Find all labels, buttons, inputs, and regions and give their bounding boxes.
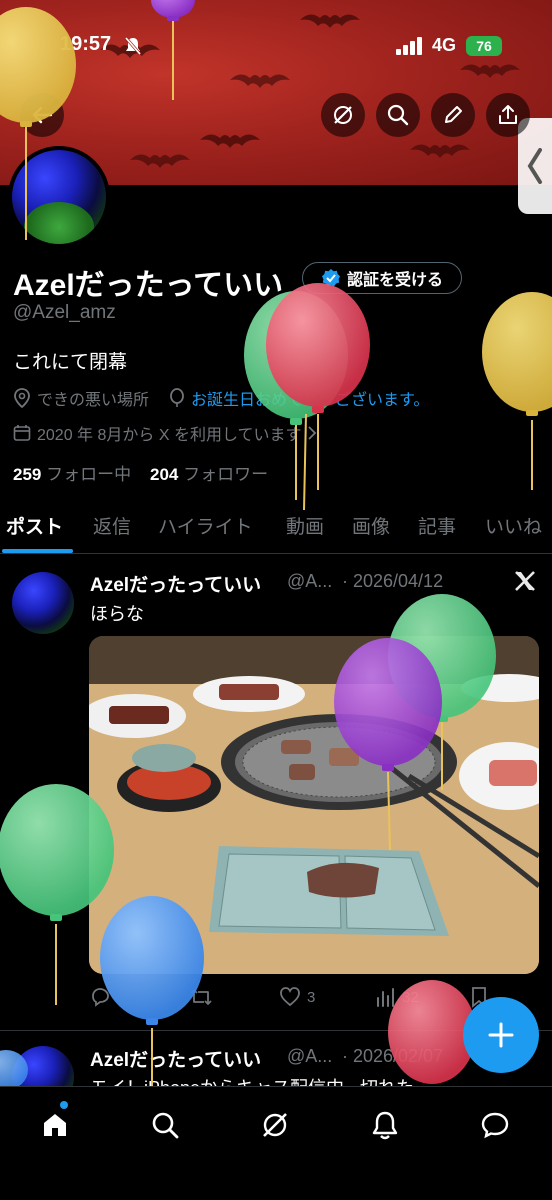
- get-verified-label: 認証を受ける: [346, 272, 443, 289]
- balloon-yellow: [482, 292, 552, 490]
- views-icon: [377, 988, 394, 1007]
- tweet-date: · 2026/04/12: [342, 571, 444, 591]
- profile-location: できの悪い場所: [37, 392, 150, 409]
- tweet-author-handle[interactable]: @A...: [287, 1046, 332, 1067]
- tab-replies[interactable]: 返信: [93, 512, 131, 539]
- followers-label[interactable]: フォロワー: [183, 465, 268, 484]
- bat-decoration: [230, 74, 290, 88]
- share-icon: [499, 105, 517, 124]
- network-type: 4G: [432, 35, 457, 55]
- profile-bio: これにて閉幕: [13, 352, 128, 373]
- bat-decoration: [410, 144, 470, 158]
- chevron-right-icon: [308, 426, 317, 440]
- bottom-navigation: [0, 1086, 552, 1200]
- nav-notifications[interactable]: [365, 1105, 405, 1145]
- tab-articles[interactable]: 記事: [418, 512, 456, 539]
- status-bar: 19:57 4G 76: [0, 26, 552, 66]
- following-count[interactable]: 259: [13, 465, 41, 484]
- profile-name: Azelだったっていい: [13, 269, 284, 302]
- search-icon: [387, 104, 409, 126]
- profile-joined-row[interactable]: 2020 年 8月から X を利用しています: [13, 421, 317, 445]
- back-icon: [32, 106, 53, 124]
- like-button[interactable]: 3: [279, 986, 315, 1008]
- profile-counts: 259 フォロー中 204 フォロワー: [13, 460, 268, 485]
- tweet-date: · 2026/02/07: [342, 1046, 444, 1066]
- edit-button[interactable]: [431, 93, 475, 137]
- tab-highlights[interactable]: ハイライト: [158, 512, 253, 539]
- tweet-author-name[interactable]: Azelだったっていい: [90, 570, 261, 597]
- home-icon: [44, 1114, 66, 1136]
- profile-avatar[interactable]: [8, 146, 110, 248]
- yakiniku-photo-illustration: [89, 636, 539, 974]
- tweet-avatar[interactable]: [12, 572, 74, 634]
- search-icon: [152, 1112, 179, 1139]
- tab-likes[interactable]: いいね: [485, 512, 542, 539]
- tab-videos[interactable]: 動画: [286, 512, 324, 539]
- chevron-left-icon: [527, 148, 542, 184]
- back-button[interactable]: [20, 93, 64, 137]
- nav-search[interactable]: [145, 1105, 185, 1145]
- x-logo-icon[interactable]: [514, 570, 536, 592]
- get-verified-button[interactable]: 認証を受ける: [302, 262, 462, 294]
- tab-images[interactable]: 画像: [352, 512, 390, 539]
- nav-home[interactable]: [35, 1105, 75, 1145]
- profile-birthday: お誕生日おめでとうございます。: [191, 392, 430, 409]
- followers-count[interactable]: 204: [150, 465, 178, 484]
- views-count: 32: [402, 988, 419, 1006]
- grok-button[interactable]: [321, 93, 365, 137]
- bat-decoration: [130, 154, 190, 168]
- side-drawer-handle[interactable]: [518, 118, 552, 214]
- profile-tabs: ポスト 返信 ハイライト 動画 画像 記事 いいね: [0, 504, 552, 554]
- share-button[interactable]: [486, 93, 530, 137]
- plus-icon: [488, 1022, 514, 1048]
- repost-icon: [190, 989, 212, 1005]
- nav-messages[interactable]: [475, 1105, 515, 1145]
- edit-icon: [445, 106, 462, 123]
- bat-decoration: [200, 134, 260, 148]
- tweet-text: ほらな: [90, 604, 144, 624]
- notification-dot: [60, 1101, 68, 1109]
- like-count: 3: [307, 988, 316, 1006]
- balloon-icon: [170, 388, 184, 407]
- compose-post-button[interactable]: [463, 997, 539, 1073]
- profile-joined: 2020 年 8月から X を利用しています: [37, 427, 302, 444]
- tweet-author-name[interactable]: Azelだったっていい: [90, 1045, 261, 1072]
- nav-grok[interactable]: [255, 1105, 295, 1145]
- following-label[interactable]: フォロー中: [46, 465, 131, 484]
- grok-icon: [334, 106, 352, 124]
- status-time: 19:57: [60, 33, 112, 55]
- tweet-photo[interactable]: [89, 636, 539, 974]
- location-icon: [14, 388, 30, 408]
- profile-meta-row: できの悪い場所 お誕生日おめでとうございます。: [13, 386, 429, 410]
- tweet-author-handle[interactable]: @A...: [287, 571, 332, 592]
- messages-icon: [481, 1112, 509, 1139]
- tab-posts[interactable]: ポスト: [6, 512, 63, 539]
- reply-icon: [92, 988, 109, 1007]
- verified-icon: [321, 269, 340, 287]
- profile-handle: @Azel_amz: [13, 302, 116, 323]
- notifications-icon: [372, 1111, 398, 1140]
- active-tab-indicator: [2, 549, 73, 553]
- bell-muted-icon: [124, 37, 142, 55]
- views-button[interactable]: 32: [374, 986, 419, 1008]
- search-button[interactable]: [376, 93, 420, 137]
- signal-icon: [396, 37, 422, 55]
- reply-button[interactable]: [89, 986, 111, 1008]
- battery-level: 76: [466, 36, 502, 56]
- grok-icon: [263, 1113, 287, 1137]
- like-icon: [280, 987, 300, 1007]
- calendar-icon: [13, 425, 31, 441]
- repost-button[interactable]: [189, 986, 213, 1008]
